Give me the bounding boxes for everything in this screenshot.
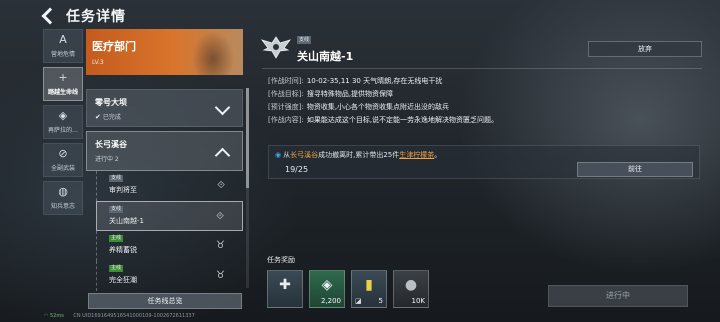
header: 任务详情: [38, 5, 126, 27]
info-row-goal: [作战目标]: 搜寻特殊物品,提供物资保障: [268, 90, 394, 98]
objective-dot-icon: ◉: [275, 151, 282, 159]
battery-icon: ▮: [365, 277, 373, 293]
ping-value: 52ms: [49, 313, 64, 319]
subtask-item[interactable]: 主线 养精蓄锐 ♉: [96, 231, 243, 261]
nav-label: 营地危情: [50, 51, 75, 58]
subtask-item[interactable]: 主线 完全狂潮 ♉: [96, 261, 243, 291]
abandon-button[interactable]: 放弃: [588, 41, 702, 57]
goto-button[interactable]: 前往: [577, 162, 693, 177]
reward-title: 任务奖励: [267, 256, 295, 264]
subtask-name: 审判将至: [109, 186, 137, 194]
category-nav: A 营地危情 + 踏越生命线 ◈ 再萨拉的… ⊘ 全副武装 ◍ 知兵意志: [43, 29, 83, 219]
main-tag: 主线: [109, 265, 124, 272]
status-footer: ◠ 52ms CN UID1691649516541000109-1002672…: [44, 313, 195, 319]
shield-plus-icon: ✚: [279, 277, 291, 293]
nav-item-salah[interactable]: ◈ 再萨拉的…: [43, 105, 83, 139]
objective-box: ◉ 从长弓溪谷成功撤离时,累计带出25件生津柠檬茶。 19/25 前往: [268, 145, 700, 179]
reward-item[interactable]: ✚: [267, 270, 303, 308]
list-scrollbar-thumb[interactable]: [246, 88, 249, 188]
medal-icon: ♉: [216, 240, 225, 251]
objective-text: ◉ 从长弓溪谷成功撤离时,累计带出25件生津柠檬茶。: [275, 151, 442, 159]
divider: [262, 68, 702, 69]
chapter-name: 零号大坝: [95, 98, 127, 107]
chevron-down-icon: [214, 99, 231, 116]
check-icon: ✔: [95, 113, 101, 121]
side-tag: 支线: [109, 206, 124, 213]
chapter-status: 进行中 2: [95, 156, 119, 163]
subtask-item[interactable]: 支线 审判将至 ⟐: [96, 171, 243, 201]
info-row-content: [作战内容]: 如果能达成这个目标,说不定能一劳永逸地解决物资匮乏问题。: [268, 116, 499, 124]
quest-line-overview-button[interactable]: 任务线总览: [88, 293, 242, 309]
main-tag: 主线: [109, 235, 124, 242]
department-level: LV.3: [92, 59, 104, 66]
nav-item-lifeline[interactable]: + 踏越生命线: [43, 67, 83, 101]
quest-list: 医疗部门 LV.3 零号大坝 ✔ 已完成 长弓溪谷 进行中 2 支线 审判将至 ⟐…: [86, 29, 246, 293]
department-banner[interactable]: 医疗部门 LV.3: [86, 29, 243, 75]
uid-text: CN UID1691649516541000109-1002672611337: [73, 313, 195, 319]
page-title: 任务详情: [66, 9, 126, 25]
locate-icon: ⟐: [216, 211, 224, 222]
subtask-name: 完全狂潮: [109, 276, 137, 284]
reward-item[interactable]: ◈ 2,200: [309, 270, 345, 308]
eagle-emblem-icon: [260, 36, 292, 59]
reward-item[interactable]: ● 10K: [393, 270, 429, 308]
side-tag: 支线: [297, 36, 312, 44]
subtask-item-selected[interactable]: 支线 关山南越-1 ⟐: [96, 201, 243, 231]
medical-cross-icon: +: [58, 71, 68, 84]
info-row-intensity: [预计强度]: 物资收集,小心各个物资收集点附近出没的敌兵: [268, 103, 450, 111]
nav-label: 全副武装: [50, 165, 75, 172]
reward-quantity: 10K: [411, 297, 426, 305]
locate-icon: ⟐: [217, 180, 225, 191]
mission-info: [作战时间]: 10-02-35,11 30 天气晴朗,存在无线电干扰 [作战目标…: [268, 75, 698, 127]
chapter-zero-dam[interactable]: 零号大坝 ✔ 已完成: [86, 89, 243, 127]
reward-quantity: 5: [378, 297, 383, 305]
reward-list: ✚ ◈ 2,200 ▮ ◪ 5 ● 10K: [267, 270, 429, 308]
back-arrow-icon[interactable]: [41, 7, 59, 25]
chapter-status: ✔ 已完成: [95, 113, 121, 121]
objective-progress: 19/25: [285, 165, 309, 174]
coin-icon: ●: [404, 277, 418, 293]
nav-item-armed[interactable]: ⊘ 全副武装: [43, 143, 83, 177]
gear-icon: ⊘: [58, 147, 68, 160]
in-progress-button[interactable]: 进行中: [548, 285, 688, 307]
subtask-name: 养精蓄锐: [109, 246, 137, 254]
nav-label: 踏越生命线: [47, 89, 78, 96]
reward-item[interactable]: ▮ ◪ 5: [351, 270, 387, 308]
side-tag: 支线: [109, 175, 124, 182]
shield-icon: ◈: [58, 109, 68, 122]
nav-item-will[interactable]: ◍ 知兵意志: [43, 181, 83, 215]
nav-label: 再萨拉的…: [47, 127, 78, 134]
medal-icon: ♉: [216, 270, 225, 281]
chapter-longbow-valley[interactable]: 长弓溪谷 进行中 2: [86, 131, 243, 171]
department-name: 医疗部门: [92, 40, 136, 53]
reward-quantity: 2,200: [320, 297, 341, 305]
camp-icon: A: [59, 33, 67, 46]
subtask-name: 关山南越-1: [109, 217, 144, 225]
badge-icon: ◍: [58, 185, 68, 198]
chevron-up-icon: [214, 147, 231, 164]
mission-title: 关山南越-1: [297, 50, 354, 63]
info-row-time: [作战时间]: 10-02-35,11 30 天气晴朗,存在无线电干扰: [268, 77, 443, 85]
chapter-name: 长弓溪谷: [95, 140, 127, 149]
nav-item-camp[interactable]: A 营地危情: [43, 29, 83, 63]
wifi-icon: ◠: [44, 313, 49, 319]
nav-label: 知兵意志: [50, 203, 75, 210]
currency-icon: ◈: [321, 277, 333, 293]
bind-icon: ◪: [355, 297, 362, 305]
